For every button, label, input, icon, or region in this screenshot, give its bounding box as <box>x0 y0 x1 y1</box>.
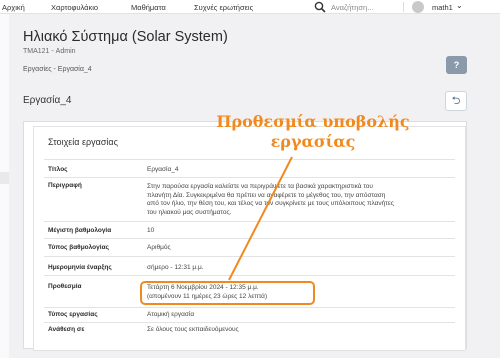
user-menu-name[interactable]: math1 <box>432 3 453 12</box>
row-divider <box>44 275 455 276</box>
label-assigned-to: Ανάθεση σε <box>48 326 85 333</box>
label-start-date: Ημερομηνία έναρξης <box>48 264 112 271</box>
page-title: Ηλιακό Σύστημα (Solar System) <box>23 29 228 45</box>
avatar[interactable] <box>412 1 424 13</box>
breadcrumb[interactable]: Εργασίες - Εργασία_4 <box>23 66 92 73</box>
chevron-down-icon[interactable]: ⌄ <box>456 1 463 10</box>
description-line: Στην παρούσα εργασία καλείστε να περιγρά… <box>147 183 373 190</box>
nav-item-home[interactable]: Αρχική <box>2 3 25 12</box>
nav-item-portfolio[interactable]: Χαρτοφυλάκιο <box>51 3 98 12</box>
course-code: ΤΜΑ121 - Admin <box>23 48 76 55</box>
description-line: του ηλιακού μας συστήματος. <box>147 208 232 216</box>
divider <box>403 2 404 12</box>
nav-item-faq[interactable]: Συχνές ερωτήσεις <box>194 3 253 12</box>
label-assignment-type: Τύπος εργασίας <box>48 311 98 318</box>
deadline-highlight-box <box>140 281 315 305</box>
help-button[interactable]: ? <box>446 56 467 74</box>
annotation-line: εργασίας <box>270 132 356 151</box>
description-line: από τον ήλιο, την θέση του, και τέλος να… <box>147 200 394 207</box>
label-deadline: Προθεσμία <box>48 283 82 290</box>
annotation-text: Προθεσμία υποβολής εργασίας <box>212 112 414 152</box>
value-assignment-type: Ατομική εργασία <box>147 311 195 318</box>
value-title: Εργασία_4 <box>147 166 179 173</box>
assignment-title: Εργασία_4 <box>23 95 72 106</box>
search-icon[interactable] <box>314 1 326 13</box>
top-navigation: Αρχική Χαρτοφυλάκιο Μαθήματα Συχνές ερωτ… <box>0 0 500 14</box>
row-divider <box>44 307 455 308</box>
description-line: πλανήτη Δία. Συγκεκριμένα θα πρέπει να α… <box>147 191 386 199</box>
value-grade-type: Αριθμός <box>147 244 171 251</box>
value-description: Στην παρούσα εργασία καλείστε να περιγρά… <box>147 183 394 217</box>
search-input[interactable]: Αναζήτηση... <box>331 3 373 12</box>
row-divider <box>44 322 455 323</box>
left-sidebar <box>0 14 9 358</box>
row-divider <box>44 159 455 160</box>
row-divider <box>44 177 455 178</box>
back-arrow-icon: ⮌ <box>451 95 461 107</box>
label-grade-type: Τύπος βαθμολογίας <box>48 244 109 251</box>
value-start-date: σήμερο - 12:31 μ.μ. <box>147 264 204 271</box>
label-description: Περιγραφή <box>48 182 82 189</box>
details-heading: Στοιχεία εργασίας <box>48 137 118 147</box>
back-button[interactable]: ⮌ <box>445 91 467 111</box>
row-divider <box>44 256 455 257</box>
value-max-grade: 10 <box>147 227 155 234</box>
annotation-line: Προθεσμία υποβολής <box>216 112 410 131</box>
label-max-grade: Μέγιστη βαθμολογία <box>48 227 112 234</box>
label-title: Τίτλος <box>48 166 68 173</box>
nav-item-courses[interactable]: Μαθήματα <box>131 3 166 12</box>
row-divider <box>44 238 455 239</box>
value-assigned-to: Σε όλους τους εκπαιδευόμενους <box>147 326 239 333</box>
sidebar-marker <box>0 172 9 184</box>
row-divider <box>44 221 455 222</box>
